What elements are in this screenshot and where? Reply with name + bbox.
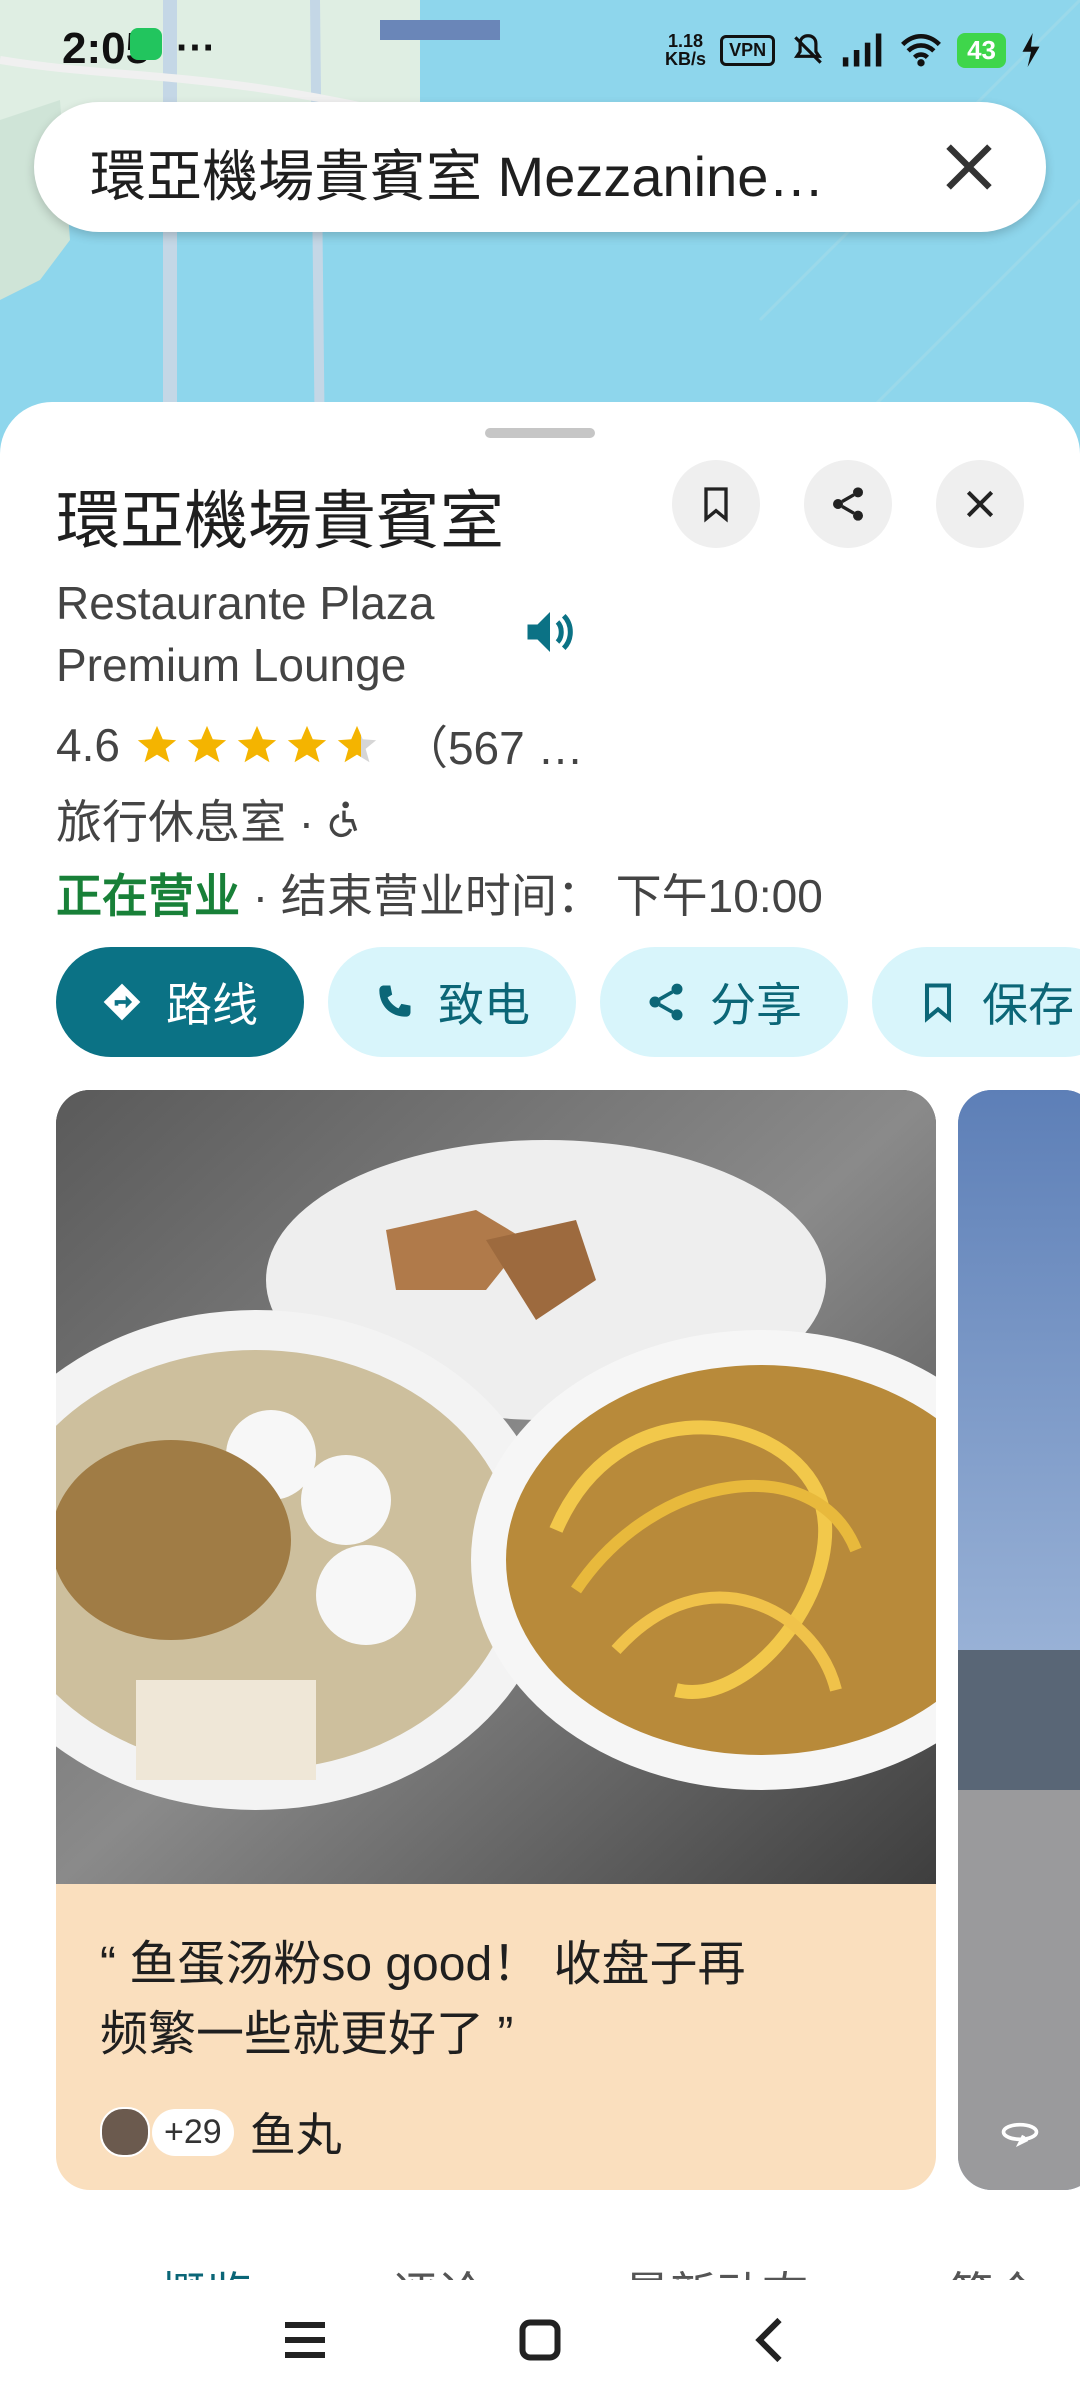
mute-icon	[794, 34, 823, 64]
drag-handle[interactable]	[485, 428, 595, 438]
share-icon	[649, 983, 683, 1021]
back-icon[interactable]	[742, 2310, 802, 2370]
photo-review-card[interactable]: “ 鱼蛋汤粉so good！ 收盘子再 频繁一些就更好了 ” +29 鱼丸	[56, 1090, 936, 2190]
360-view-icon	[1001, 2122, 1039, 2148]
signal-icon	[842, 33, 882, 67]
charging-icon	[1022, 33, 1040, 67]
close-sheet-button[interactable]	[936, 460, 1024, 548]
hours-row[interactable]: 正在营业 · 结束营业时间： 下午10:00	[56, 860, 823, 926]
half-star-icon	[337, 725, 377, 763]
closing-time: · 结束营业时间： 下午10:00	[240, 870, 823, 922]
app-notification-icon	[130, 28, 162, 60]
action-chips: 路线 致电 分享 保存	[56, 947, 1080, 1057]
system-nav-bar	[0, 2280, 1080, 2400]
place-subtitle: Restaurante Plaza Premium Lounge	[56, 577, 435, 691]
review-quote: “ 鱼蛋汤粉so good！ 收盘子再 频繁一些就更好了 ”	[100, 1938, 746, 2061]
close-icon	[966, 490, 994, 518]
battery-indicator: 43	[957, 32, 1006, 68]
review-meta: +29 鱼丸	[100, 2104, 342, 2161]
review-count[interactable]: （567 …	[402, 712, 584, 778]
category-row: 旅行休息室 ·	[56, 786, 364, 852]
call-button[interactable]: 致电	[328, 947, 576, 1057]
directions-button[interactable]: 路线	[56, 947, 304, 1057]
more-reviewers-count: +29	[152, 2108, 234, 2156]
star-rating	[134, 722, 380, 768]
clear-search-icon[interactable]	[934, 132, 1004, 202]
status-bar: 2:05 ··· 1.18 KB/s VPN 43	[0, 0, 1080, 96]
save-button[interactable]: 保存	[872, 947, 1080, 1057]
home-icon[interactable]	[510, 2310, 570, 2370]
share-icon	[833, 487, 863, 521]
directions-icon	[103, 983, 141, 1021]
vpn-badge: VPN	[720, 34, 776, 66]
rating-value: 4.6	[56, 719, 120, 771]
rating-row[interactable]: 4.6 （567 …	[56, 712, 583, 778]
food-photo[interactable]	[56, 1090, 936, 1884]
phone-icon	[379, 985, 411, 1017]
share-circle-button[interactable]	[804, 460, 892, 548]
star-icon	[137, 725, 177, 763]
search-bar[interactable]: 環亞機場貴賓室 Mezzanine…	[34, 102, 1046, 232]
status-icons: 1.18 KB/s VPN 43	[665, 26, 1042, 74]
review-snippet[interactable]: “ 鱼蛋汤粉so good！ 收盘子再 频繁一些就更好了 ” +29 鱼丸	[56, 1884, 936, 2190]
avatar	[100, 2107, 150, 2157]
star-icon	[287, 725, 327, 763]
bookmark-icon	[924, 983, 952, 1023]
menu-icon[interactable]	[275, 2310, 335, 2370]
star-icon	[187, 725, 227, 763]
place-category: 旅行休息室 ·	[56, 796, 315, 848]
place-title: 環亞機場貴賓室	[56, 485, 504, 557]
bookmark-icon	[704, 487, 728, 523]
search-query[interactable]: 環亞機場貴賓室 Mezzanine…	[90, 132, 930, 213]
share-button[interactable]: 分享	[600, 947, 848, 1057]
network-speed: 1.18 KB/s	[665, 31, 707, 69]
wheelchair-accessible-icon	[329, 801, 358, 838]
open-status: 正在营业	[56, 870, 240, 922]
review-topic-tag: 鱼丸	[249, 2109, 342, 2161]
street-view-card[interactable]	[958, 1090, 1080, 2190]
wifi-icon	[901, 33, 942, 67]
pronounce-speaker-icon[interactable]	[520, 602, 580, 662]
save-circle-button[interactable]	[672, 460, 760, 548]
star-icon	[237, 725, 277, 763]
more-notifications: ···	[176, 26, 216, 70]
